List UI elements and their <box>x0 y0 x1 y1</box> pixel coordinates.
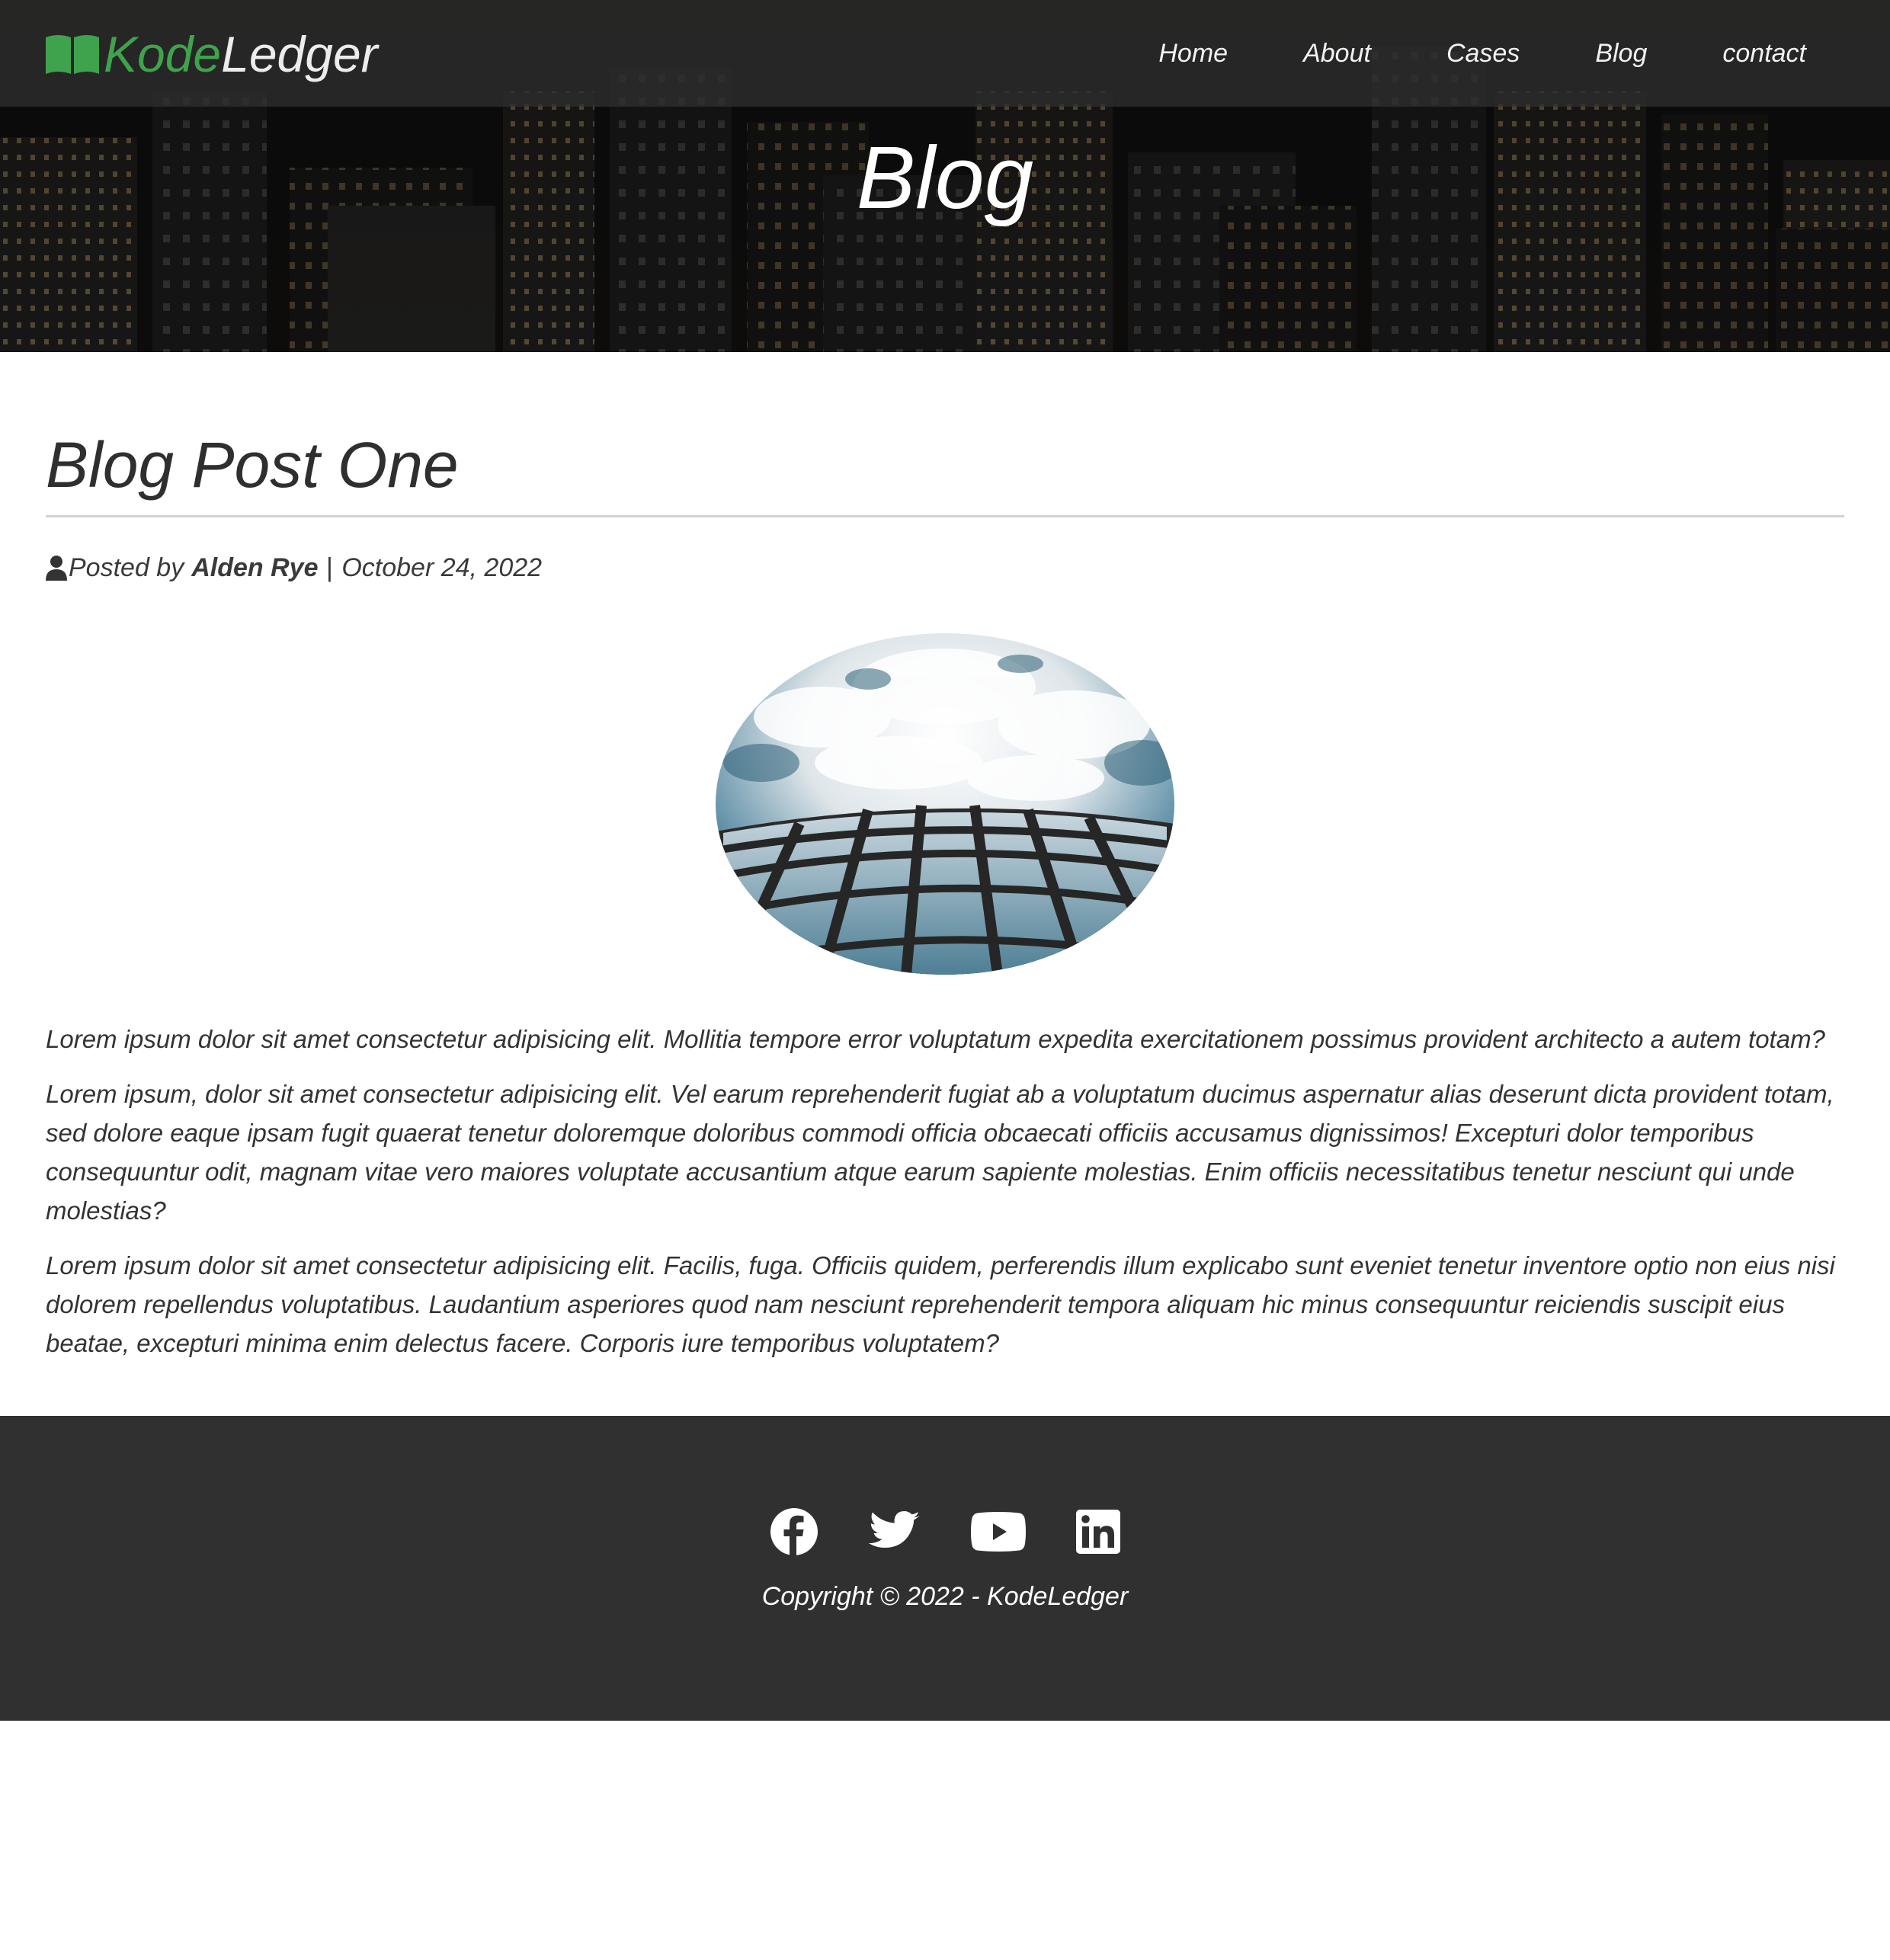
post-paragraph: Lorem ipsum dolor sit amet consectetur a… <box>46 1025 1825 1053</box>
post-title: Blog Post One <box>46 429 459 501</box>
post-body: Lorem ipsum dolor sit amet consectetur a… <box>46 1020 1852 1379</box>
navbar: Kode Ledger Home About Cases Blog contact <box>0 0 1890 107</box>
post-paragraph: Lorem ipsum, dolor sit amet consectetur … <box>46 1080 1834 1225</box>
facebook-icon <box>770 1508 818 1556</box>
twitter-icon <box>869 1511 920 1548</box>
post-paragraph: Lorem ipsum dolor sit amet consectetur a… <box>46 1251 1835 1357</box>
youtube-icon <box>971 1512 1026 1552</box>
title-divider <box>46 515 1844 517</box>
copyright-text: Copyright © 2022 - KodeLedger <box>761 1582 1129 1611</box>
twitter-link[interactable] <box>869 1510 921 1553</box>
nav-link-about[interactable]: About <box>1303 39 1371 69</box>
youtube-link[interactable] <box>971 1512 1026 1552</box>
brand-name-ledger: Ledger <box>221 26 378 82</box>
nav-link-home[interactable]: Home <box>1158 39 1228 69</box>
footer: Copyright © 2022 - KodeLedger <box>0 1416 1890 1721</box>
hero-title: Blog <box>856 128 1034 227</box>
post-author: Alden Rye <box>191 552 319 582</box>
brand-name-kode: Kode <box>104 26 222 82</box>
meta-separator: | <box>325 552 333 582</box>
nav-link-cases[interactable]: Cases <box>1446 39 1520 69</box>
post-date: October 24, 2022 <box>341 552 543 582</box>
nav-link-contact[interactable]: contact <box>1722 39 1806 69</box>
facebook-link[interactable] <box>770 1507 818 1556</box>
open-book-icon <box>46 35 99 74</box>
social-links <box>0 1507 1890 1556</box>
hero-banner: Kode Ledger Home About Cases Blog contact… <box>0 0 1890 352</box>
post-image <box>716 633 1174 975</box>
nav-menu: Home About Cases Blog contact <box>1158 0 1890 107</box>
linkedin-icon <box>1076 1510 1120 1554</box>
linkedin-link[interactable] <box>1076 1510 1120 1554</box>
user-icon <box>46 556 67 581</box>
post-meta: Posted by Alden Rye | October 24, 2022 <box>46 549 542 587</box>
posted-by-label: Posted by <box>69 552 184 582</box>
brand-logo[interactable]: Kode Ledger <box>44 20 378 88</box>
nav-link-blog[interactable]: Blog <box>1595 39 1647 69</box>
